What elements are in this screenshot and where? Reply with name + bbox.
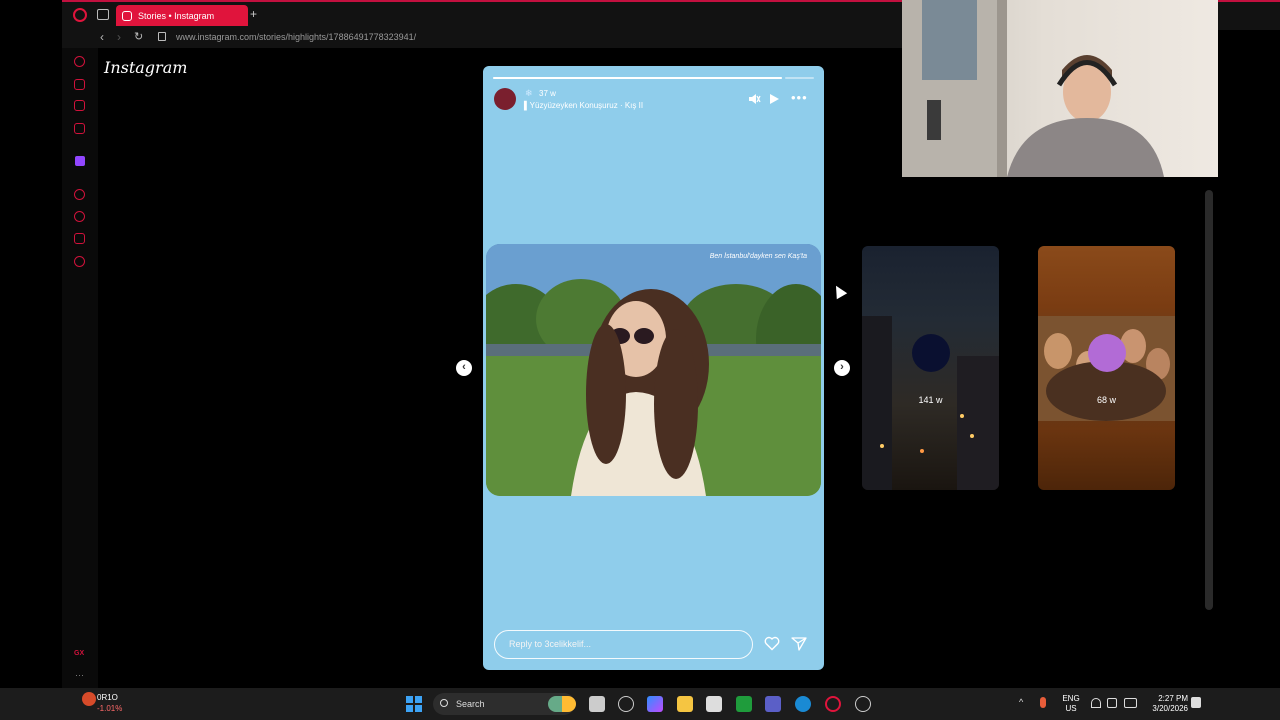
forward-icon[interactable]: ›	[117, 30, 121, 44]
story-timestamp: 37 w	[539, 89, 556, 98]
dell-icon[interactable]	[618, 696, 634, 712]
story-progress	[493, 77, 815, 79]
clock-date: 3/20/2026	[1152, 704, 1188, 713]
instagram-favicon-icon	[122, 10, 132, 21]
browser-sidebar	[62, 48, 98, 688]
sidebar-speed-dial-icon[interactable]	[74, 56, 85, 67]
windows-start-icon[interactable]	[406, 696, 422, 712]
screen: Stories • Instagram + ‹ › ↻ www.instagra…	[0, 0, 1280, 720]
app-icon[interactable]	[855, 696, 871, 712]
tray-clock[interactable]: 2:27 PM 3/20/2026	[1148, 694, 1188, 714]
sidebar-shopping-icon[interactable]	[74, 79, 85, 90]
sidebar-twitch-icon[interactable]	[75, 156, 85, 166]
xbox-icon[interactable]	[736, 696, 752, 712]
instagram-logo[interactable]: Instagram	[104, 58, 187, 77]
preview-time: 141 w	[918, 395, 943, 405]
stock-change: -1.01%	[97, 704, 123, 713]
next-story-button[interactable]: ›	[834, 360, 850, 376]
search-icon	[440, 699, 448, 707]
sidebar-settings-icon[interactable]	[74, 256, 85, 267]
play-icon[interactable]	[770, 94, 779, 104]
opera-gx-icon[interactable]	[825, 696, 841, 712]
lock-icon	[158, 32, 166, 41]
battery-icon[interactable]	[1124, 698, 1137, 708]
story-preview[interactable]: 68 w	[1038, 246, 1175, 490]
edge-icon[interactable]	[795, 696, 811, 712]
webcam-overlay	[902, 0, 1218, 177]
copilot-icon[interactable]	[647, 696, 663, 712]
preview-avatar	[912, 334, 950, 372]
microphone-icon[interactable]	[1040, 697, 1046, 708]
url-field[interactable]: www.instagram.com/stories/highlights/178…	[176, 32, 416, 42]
taskbar	[0, 688, 1280, 720]
webcam-scene	[902, 0, 1164, 177]
page-scrollbar[interactable]	[1205, 190, 1213, 610]
story-author-avatar[interactable]	[494, 88, 516, 110]
task-view-icon[interactable]	[589, 696, 605, 712]
sidebar-history-icon[interactable]	[74, 211, 85, 222]
notification-icon[interactable]	[1191, 697, 1201, 708]
reload-icon[interactable]: ↻	[134, 30, 143, 43]
opera-logo-icon[interactable]	[73, 8, 87, 22]
tray-overflow-icon[interactable]: ^	[1019, 697, 1023, 707]
new-tab-button[interactable]: +	[250, 7, 257, 21]
stock-widget-icon[interactable]	[82, 692, 96, 706]
back-icon[interactable]: ‹	[100, 30, 104, 44]
tab-instagram-stories[interactable]: Stories • Instagram	[116, 5, 248, 26]
mute-icon[interactable]	[747, 92, 761, 106]
snowflake-icon: ❄	[525, 88, 533, 98]
sidebar-gx-icon[interactable]: GX	[74, 650, 84, 657]
progress-fill	[493, 77, 782, 79]
reply-input[interactable]: Reply to 3celikkelif...	[494, 630, 753, 659]
language-indicator[interactable]: ENG US	[1061, 694, 1081, 714]
mouse-cursor	[830, 282, 848, 300]
progress-segment	[493, 77, 782, 79]
heart-icon[interactable]	[764, 636, 780, 651]
sidebar-messenger-icon[interactable]	[74, 123, 85, 134]
sidebar-extensions-icon[interactable]	[74, 233, 85, 244]
story-music-label: Yüzyüzeyken Konuşuruz · Kış II	[529, 101, 644, 110]
photo-scene	[486, 244, 821, 496]
tab-overview-icon[interactable]	[97, 9, 109, 20]
story-viewer[interactable]: ❄ 37 w ▐ Yüzyüzeyken Konuşuruz · Kış II …	[483, 66, 824, 670]
sidebar-player-icon[interactable]	[74, 189, 85, 200]
region-code: US	[1065, 704, 1077, 713]
teams-icon[interactable]	[765, 696, 781, 712]
tab-title: Stories • Instagram	[138, 10, 215, 21]
file-explorer-icon[interactable]	[677, 696, 693, 712]
preview-avatar	[1088, 334, 1126, 372]
sidebar-store-icon[interactable]	[74, 100, 85, 111]
sidebar-more-icon[interactable]: ···	[75, 670, 84, 680]
progress-segment	[784, 77, 815, 79]
photo-caption: Ben İstanbul'dayken sen Kaş'ta	[709, 253, 807, 260]
previous-story-button[interactable]: ‹	[456, 360, 472, 376]
story-preview[interactable]: 141 w	[862, 246, 999, 490]
story-photo: Ben İstanbul'dayken sen Kaş'ta	[486, 244, 821, 496]
preview-time: 68 w	[1096, 395, 1116, 405]
language-code: ENG	[1062, 694, 1080, 703]
more-options-icon[interactable]: •••	[791, 90, 808, 105]
send-icon[interactable]	[791, 636, 807, 651]
music-bars-icon: ▐	[521, 101, 527, 110]
stock-ticker[interactable]: 0R1O	[97, 693, 118, 702]
wifi-icon[interactable]	[1091, 698, 1101, 708]
widgets-icon[interactable]	[548, 696, 576, 712]
clock-time: 2:27 PM	[1158, 694, 1188, 703]
story-music[interactable]: ▐ Yüzyüzeyken Konuşuruz · Kış II	[521, 101, 643, 110]
volume-icon[interactable]	[1107, 698, 1117, 708]
store-icon[interactable]	[706, 696, 722, 712]
